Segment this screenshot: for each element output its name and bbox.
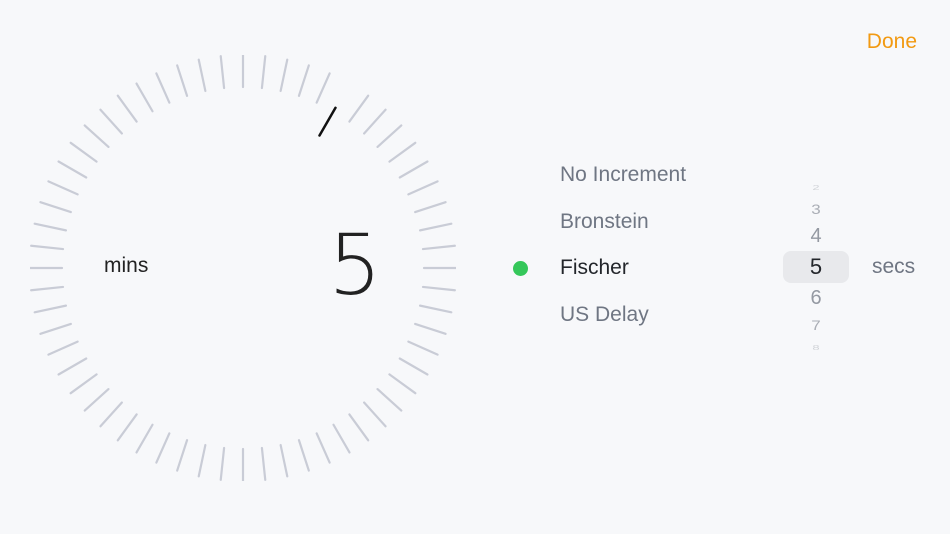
dial-tick	[219, 55, 226, 90]
dial-tick	[414, 322, 447, 335]
dial-tick	[388, 141, 417, 163]
dial-tick	[376, 388, 403, 412]
dial-tick	[376, 124, 403, 148]
dial-tick	[33, 222, 68, 232]
dial-tick	[39, 322, 72, 335]
dial-tick	[332, 423, 351, 454]
dial-tick	[155, 432, 171, 464]
dial-tick	[279, 443, 289, 478]
dial-tick	[421, 244, 456, 251]
increment-type-list: No Increment Bronstein Fischer US Delay	[505, 155, 745, 341]
dial-minutes-value: 5	[328, 216, 382, 314]
dial-tick	[116, 94, 138, 123]
option-label: Fischer	[560, 256, 629, 279]
dial-tick	[363, 401, 387, 428]
dial-tick	[99, 108, 123, 135]
dial-tick	[219, 446, 226, 481]
picker-value[interactable]: 3	[783, 202, 849, 216]
dial-tick	[135, 423, 154, 454]
seconds-unit-label: secs	[872, 255, 916, 278]
dial-tick	[279, 58, 289, 93]
dial-tick	[260, 446, 267, 481]
dial-tick	[348, 94, 370, 123]
dial-tick	[176, 64, 189, 97]
dial-tick	[47, 340, 79, 356]
increment-option-us-delay[interactable]: US Delay	[505, 295, 745, 342]
dial-tick	[57, 357, 88, 376]
dial-tick	[348, 413, 370, 442]
picker-value[interactable]: 6	[783, 288, 849, 308]
dial-tick	[414, 201, 447, 214]
dial-tick	[297, 439, 310, 472]
dial-tick	[83, 124, 110, 148]
dial-tick	[135, 82, 154, 113]
dial-tick	[33, 304, 68, 314]
dial-tick	[418, 222, 453, 232]
option-label: No Increment	[560, 163, 687, 186]
dial-tick	[57, 160, 88, 179]
dial-tick	[155, 72, 171, 104]
dial-tick	[47, 180, 79, 196]
dial-tick	[197, 443, 207, 478]
minutes-unit-label: mins	[104, 254, 149, 277]
picker-value[interactable]: 2	[783, 183, 849, 190]
dial-tick	[418, 304, 453, 314]
done-button[interactable]: Done	[867, 30, 917, 54]
dial-tick	[388, 373, 417, 395]
dial-tick	[407, 340, 439, 356]
selected-indicator-dot	[513, 261, 528, 276]
picker-selected-value[interactable]: 5	[783, 256, 849, 278]
option-label: Bronstein	[560, 209, 649, 233]
dial-tick	[421, 285, 456, 292]
dial-active-tick	[318, 106, 337, 137]
increment-option-no-increment[interactable]: No Increment	[505, 155, 745, 202]
dial-tick	[39, 201, 72, 214]
dial-tick	[315, 432, 331, 464]
dial-tick	[398, 357, 429, 376]
dial-tick	[407, 180, 439, 196]
increment-option-fischer[interactable]: Fischer	[505, 248, 745, 295]
dial-tick	[260, 55, 267, 90]
dial-tick	[83, 388, 110, 412]
option-label: US Delay	[560, 302, 649, 326]
picker-value[interactable]: 7	[783, 318, 849, 332]
dial-tick	[116, 413, 138, 442]
dial-tick	[30, 244, 65, 251]
picker-value[interactable]: 8	[783, 343, 849, 350]
dial-tick	[197, 58, 207, 93]
increment-seconds-picker[interactable]: 2 3 4 5 6 7 8	[783, 178, 849, 350]
dial-tick	[315, 72, 331, 104]
dial-tick	[99, 401, 123, 428]
dial-tick	[69, 373, 98, 395]
dial-tick	[176, 439, 189, 472]
dial-tick	[30, 285, 65, 292]
dial-tick	[363, 108, 387, 135]
increment-option-bronstein[interactable]: Bronstein	[505, 202, 745, 249]
dial-tick	[398, 160, 429, 179]
picker-value[interactable]: 4	[783, 226, 849, 246]
dial-tick	[297, 64, 310, 97]
dial-tick	[69, 141, 98, 163]
